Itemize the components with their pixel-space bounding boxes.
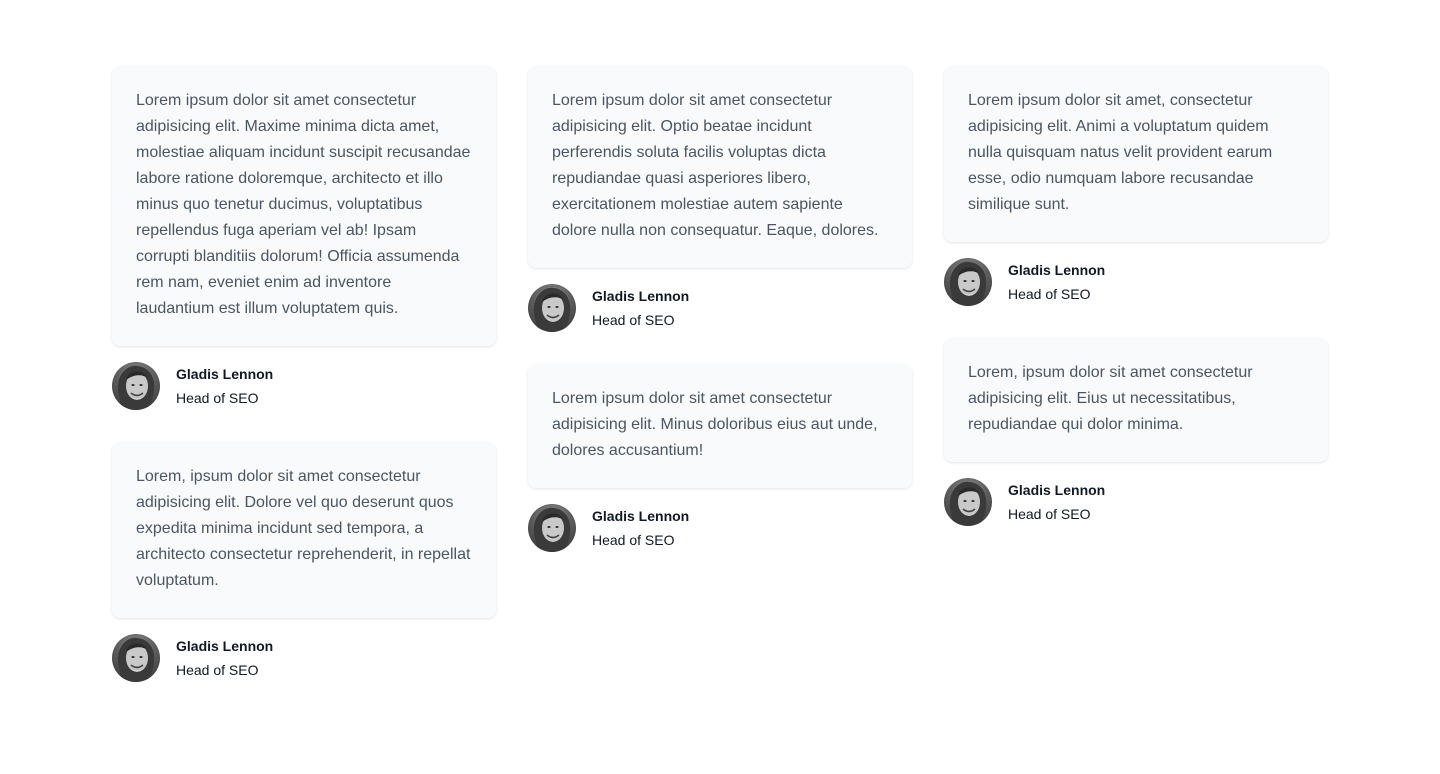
author-name: Gladis Lennon [176, 638, 274, 654]
author-title: Head of SEO [176, 390, 259, 406]
author-name: Gladis Lennon [1008, 482, 1106, 498]
testimonial-author: Gladis Lennon Head of SEO [112, 634, 496, 682]
testimonial-column-3: Lorem ipsum dolor sit amet, consectetur … [944, 66, 1328, 714]
testimonial-quote: Lorem, ipsum dolor sit amet consectetur … [968, 364, 1253, 433]
person-photo-icon [949, 481, 987, 526]
testimonial-column-2: Lorem ipsum dolor sit amet consectetur a… [528, 66, 912, 714]
quote-card: Lorem, ipsum dolor sit amet consectetur … [944, 338, 1328, 462]
testimonial-quote: Lorem ipsum dolor sit amet consectetur a… [552, 92, 879, 239]
author-title: Head of SEO [1008, 286, 1091, 302]
quote-card: Lorem ipsum dolor sit amet consectetur a… [528, 66, 912, 268]
testimonial-column-1: Lorem ipsum dolor sit amet consectetur a… [112, 66, 496, 714]
person-photo-icon [949, 261, 987, 306]
author-title: Head of SEO [592, 312, 675, 328]
person-photo-icon [117, 637, 155, 682]
author-meta: Gladis Lennon Head of SEO [176, 634, 273, 682]
testimonial-card: Lorem ipsum dolor sit amet, consectetur … [944, 66, 1328, 306]
author-meta: Gladis Lennon Head of SEO [176, 362, 273, 410]
testimonial-card: Lorem ipsum dolor sit amet consectetur a… [528, 364, 912, 552]
testimonial-quote: Lorem, ipsum dolor sit amet consectetur … [136, 468, 471, 589]
testimonials-grid: Lorem ipsum dolor sit amet consectetur a… [112, 66, 1328, 714]
quote-card: Lorem ipsum dolor sit amet, consectetur … [944, 66, 1328, 242]
author-title: Head of SEO [592, 532, 675, 548]
quote-card: Lorem ipsum dolor sit amet consectetur a… [528, 364, 912, 488]
author-meta: Gladis Lennon Head of SEO [592, 504, 689, 552]
author-meta: Gladis Lennon Head of SEO [1008, 258, 1105, 306]
avatar [528, 504, 576, 552]
person-photo-icon [533, 287, 571, 332]
avatar [112, 362, 160, 410]
author-meta: Gladis Lennon Head of SEO [592, 284, 689, 332]
testimonial-card: Lorem ipsum dolor sit amet consectetur a… [528, 66, 912, 332]
author-meta: Gladis Lennon Head of SEO [1008, 478, 1105, 526]
testimonial-card: Lorem, ipsum dolor sit amet consectetur … [112, 442, 496, 682]
avatar [944, 478, 992, 526]
testimonial-author: Gladis Lennon Head of SEO [944, 478, 1328, 526]
testimonial-quote: Lorem ipsum dolor sit amet consectetur a… [136, 92, 471, 317]
testimonial-card: Lorem ipsum dolor sit amet consectetur a… [112, 66, 496, 410]
author-name: Gladis Lennon [176, 366, 274, 382]
avatar [112, 634, 160, 682]
testimonial-author: Gladis Lennon Head of SEO [944, 258, 1328, 306]
author-name: Gladis Lennon [592, 508, 690, 524]
avatar [944, 258, 992, 306]
testimonial-quote: Lorem ipsum dolor sit amet, consectetur … [968, 92, 1273, 213]
testimonial-quote: Lorem ipsum dolor sit amet consectetur a… [552, 390, 878, 459]
author-title: Head of SEO [1008, 506, 1091, 522]
testimonial-card: Lorem, ipsum dolor sit amet consectetur … [944, 338, 1328, 526]
testimonial-author: Gladis Lennon Head of SEO [112, 362, 496, 410]
avatar [528, 284, 576, 332]
testimonial-author: Gladis Lennon Head of SEO [528, 504, 912, 552]
quote-card: Lorem ipsum dolor sit amet consectetur a… [112, 66, 496, 346]
author-title: Head of SEO [176, 662, 259, 678]
author-name: Gladis Lennon [1008, 262, 1106, 278]
author-name: Gladis Lennon [592, 288, 690, 304]
person-photo-icon [117, 365, 155, 410]
person-photo-icon [533, 507, 571, 552]
testimonial-author: Gladis Lennon Head of SEO [528, 284, 912, 332]
quote-card: Lorem, ipsum dolor sit amet consectetur … [112, 442, 496, 618]
